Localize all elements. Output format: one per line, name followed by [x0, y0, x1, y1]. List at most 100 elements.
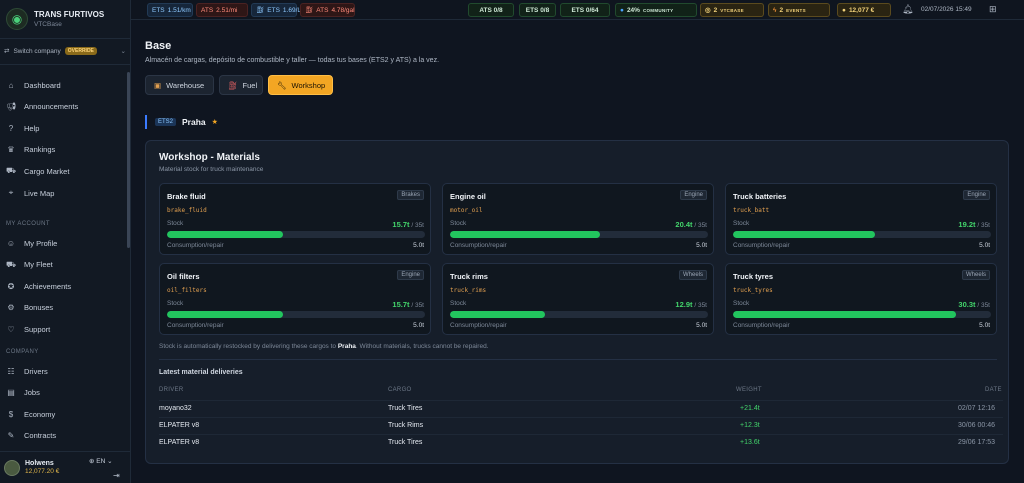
stock-value: 15.7t / 35t — [392, 220, 424, 229]
megaphone-icon: 📢︎ — [6, 102, 17, 112]
community-badge[interactable]: ● 24% COMMUNITY — [615, 3, 697, 17]
consumption-label: Consumption/repair — [167, 322, 224, 329]
fuel-price-3[interactable]: ⛽︎ ATS 4.78/gal — [300, 3, 355, 17]
home-icon: ⌂ — [8, 80, 14, 90]
stock-amount: 19.2t — [958, 220, 976, 229]
events-badge[interactable]: ϟ 2 EVENTS — [768, 3, 830, 17]
stock-capacity: / 35t — [694, 222, 707, 229]
cell-weight: +12.3t — [740, 422, 760, 429]
consumption-value: 5.0t — [696, 322, 707, 329]
sidebar-item-drivers[interactable]: ☷ Drivers — [6, 363, 124, 379]
col-driver: DRIVER — [159, 387, 184, 393]
sidebar-item-my-profile[interactable]: ☺ My Profile — [6, 235, 124, 251]
base-name: Praha — [182, 117, 206, 127]
user-money: 12,077.20 € — [25, 468, 60, 475]
sidebar-item-cargo-market[interactable]: ⛟ Cargo Market — [6, 163, 124, 179]
fuel-price-1[interactable]: ATS 2.51/mi — [196, 3, 248, 17]
sidebar-item-achievements[interactable]: ✪ Achievements — [6, 278, 124, 294]
coin-icon: ● — [842, 6, 846, 14]
sidebar-item-live-map[interactable]: ⌖ Live Map — [6, 185, 124, 201]
consumption-value: 5.0t — [413, 242, 424, 249]
stock-progress-bar — [733, 231, 991, 238]
cart-icon: ⛟ — [6, 166, 17, 176]
contracts-icon: ✎ — [7, 431, 15, 441]
user-icon: ☺ — [6, 238, 16, 248]
sidebar-item-my-fleet[interactable]: ⛟ My Fleet — [6, 257, 124, 273]
table-row: moyano32 Truck Tires +21.4t 02/07 12:16 — [159, 400, 1003, 417]
tab-warehouse[interactable]: ▣ Warehouse — [145, 75, 214, 95]
job-count-2[interactable]: ETS 0/64 — [560, 3, 610, 17]
material-card: Truck batteries Engine truck_batt Stock 19.2… — [725, 183, 997, 255]
economy-icon: $ — [8, 409, 14, 419]
top-date: 02/07/2026 15:49 — [921, 6, 972, 13]
stock-label: Stock — [733, 300, 750, 307]
community-label: COMMUNITY — [642, 7, 674, 13]
fuel-value: 2.51/mi — [216, 6, 238, 14]
sidebar-item-announcements[interactable]: 📢︎ Announcements — [6, 99, 124, 115]
panel-title: Workshop - Materials — [159, 152, 260, 163]
vtcbase-value: 2 — [713, 6, 718, 14]
sidebar-item-support[interactable]: ♡ Support — [6, 321, 124, 337]
language-label: EN — [96, 458, 106, 465]
material-card: Brake fluid Brakes brake_fluid Stock 15.7t /… — [159, 183, 431, 255]
stock-value: 12.9t / 35t — [675, 300, 707, 309]
consumption-label: Consumption/repair — [450, 242, 507, 249]
globe-icon: ● — [620, 6, 624, 14]
gamepad-icon[interactable]: ⊞ — [989, 4, 997, 15]
material-code: motor_oil — [450, 207, 483, 214]
sidebar-item-dashboard[interactable]: ⌂ Dashboard — [6, 77, 124, 93]
workshop-panel: Workshop - Materials Material stock for … — [145, 140, 1009, 464]
stock-capacity: / 35t — [411, 302, 424, 309]
sidebar-item-rankings[interactable]: ♛ Rankings — [6, 142, 124, 158]
events-label: EVENTS — [786, 7, 806, 13]
box-icon: ▣ — [154, 80, 162, 90]
note-city: Praha — [337, 343, 356, 350]
note-prefix: Stock is automatically restocked by deli… — [159, 343, 337, 350]
brand[interactable]: ◉ TRANS FURTIVOS VTCBase — [6, 4, 126, 34]
sidebar-scrollbar[interactable] — [127, 72, 130, 248]
stock-amount: 20.4t — [675, 220, 693, 229]
company-logo-icon: ◉ — [6, 8, 28, 30]
sidebar-item-contracts[interactable]: ✎ Contracts — [6, 428, 124, 444]
section-company: COMPANY — [6, 349, 39, 355]
fuel-value: 1.51/km — [167, 6, 191, 14]
user-profile[interactable]: Holwens 12,077.20 € — [0, 451, 131, 483]
stock-progress-bar — [733, 311, 991, 318]
sidebar-item-label: My Fleet — [24, 260, 53, 270]
bell-icon[interactable]: 🔔︎ — [902, 4, 913, 15]
material-name: Truck rims — [450, 272, 488, 281]
vtcbase-badge[interactable]: ◎ 2 VTCBASE — [700, 3, 764, 17]
base-header: ETS2 Praha ★ — [145, 115, 218, 129]
tab-fuel[interactable]: ⛽︎ Fuel — [219, 75, 263, 95]
cell-date: 30/06 00:46 — [958, 422, 995, 429]
material-card: Truck rims Wheels truck_rims Stock 12.9t / 3… — [442, 263, 714, 335]
sidebar-item-bonuses[interactable]: ⚙ Bonuses — [6, 300, 124, 316]
material-code: oil_filters — [167, 287, 207, 294]
stock-progress-fill — [733, 231, 875, 238]
job-count-1[interactable]: ETS 0/8 — [519, 3, 556, 17]
divider — [159, 359, 997, 360]
logout-icon[interactable]: ⇥ — [113, 471, 120, 480]
tab-label: Warehouse — [166, 80, 205, 90]
job-count-0[interactable]: ATS 0/8 — [468, 3, 514, 17]
balance-value: 12,077 € — [848, 6, 875, 14]
cell-cargo: Truck Tires — [388, 405, 423, 412]
avatar — [4, 459, 20, 476]
switch-company-button[interactable]: ⇄ Switch company OVERRIDE ⌄ — [4, 43, 126, 59]
job-count-label: ETS 0/8 — [525, 6, 550, 14]
sidebar-item-economy[interactable]: $ Economy — [6, 406, 124, 422]
fuel-price-2[interactable]: ⛽︎ ETS 1.69/L — [251, 3, 301, 17]
map-icon: ⌖ — [8, 188, 14, 197]
tab-workshop[interactable]: 🔧︎ Workshop — [268, 75, 333, 95]
col-weight: WEIGHT — [736, 387, 762, 393]
balance-badge[interactable]: ● 12,077 € — [837, 3, 891, 17]
consumption-value: 5.0t — [979, 322, 990, 329]
sidebar-item-jobs[interactable]: ▤ Jobs — [6, 385, 124, 401]
language-selector[interactable]: ⊕ EN ⌄ — [89, 457, 113, 465]
star-icon[interactable]: ★ — [212, 118, 218, 126]
brand-sub: VTCBase — [34, 21, 62, 28]
user-name: Holwens — [25, 460, 54, 467]
sidebar-item-help[interactable]: ? Help — [6, 120, 124, 136]
material-category-badge: Engine — [397, 270, 424, 280]
fuel-price-0[interactable]: ETS 1.51/km — [147, 3, 193, 17]
